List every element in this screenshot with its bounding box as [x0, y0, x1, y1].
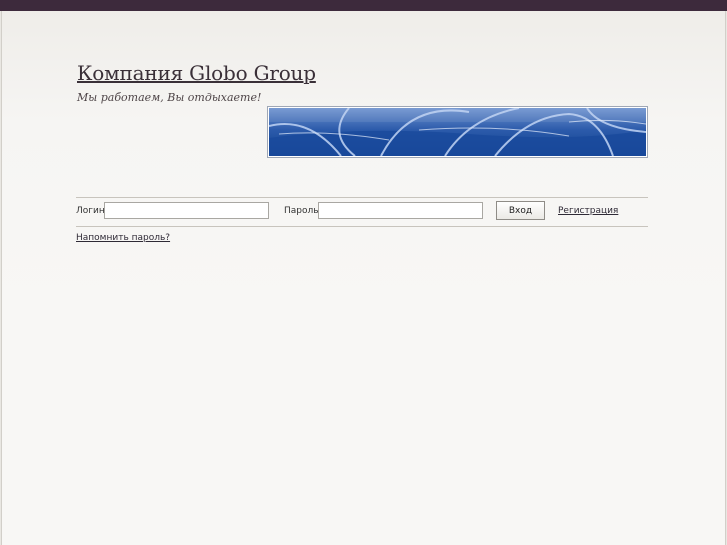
remind-password-link[interactable]: Напомнить пароль? — [76, 233, 170, 243]
site-tagline: Мы работаем, Вы отдыхаете! — [77, 91, 262, 104]
password-label: Пароль: — [284, 206, 322, 216]
site-title-link[interactable]: Компания Globo Group — [77, 61, 316, 85]
login-input[interactable] — [104, 202, 269, 219]
register-link[interactable]: Регистрация — [558, 206, 618, 216]
banner-graphic — [269, 108, 646, 156]
top-bar — [0, 0, 727, 11]
password-input[interactable] — [318, 202, 483, 219]
header-banner-image — [267, 106, 648, 158]
login-label: Логин: — [76, 206, 108, 216]
login-button[interactable]: Вход — [496, 201, 545, 220]
form-top-divider — [76, 197, 648, 198]
form-bottom-divider — [76, 226, 648, 227]
